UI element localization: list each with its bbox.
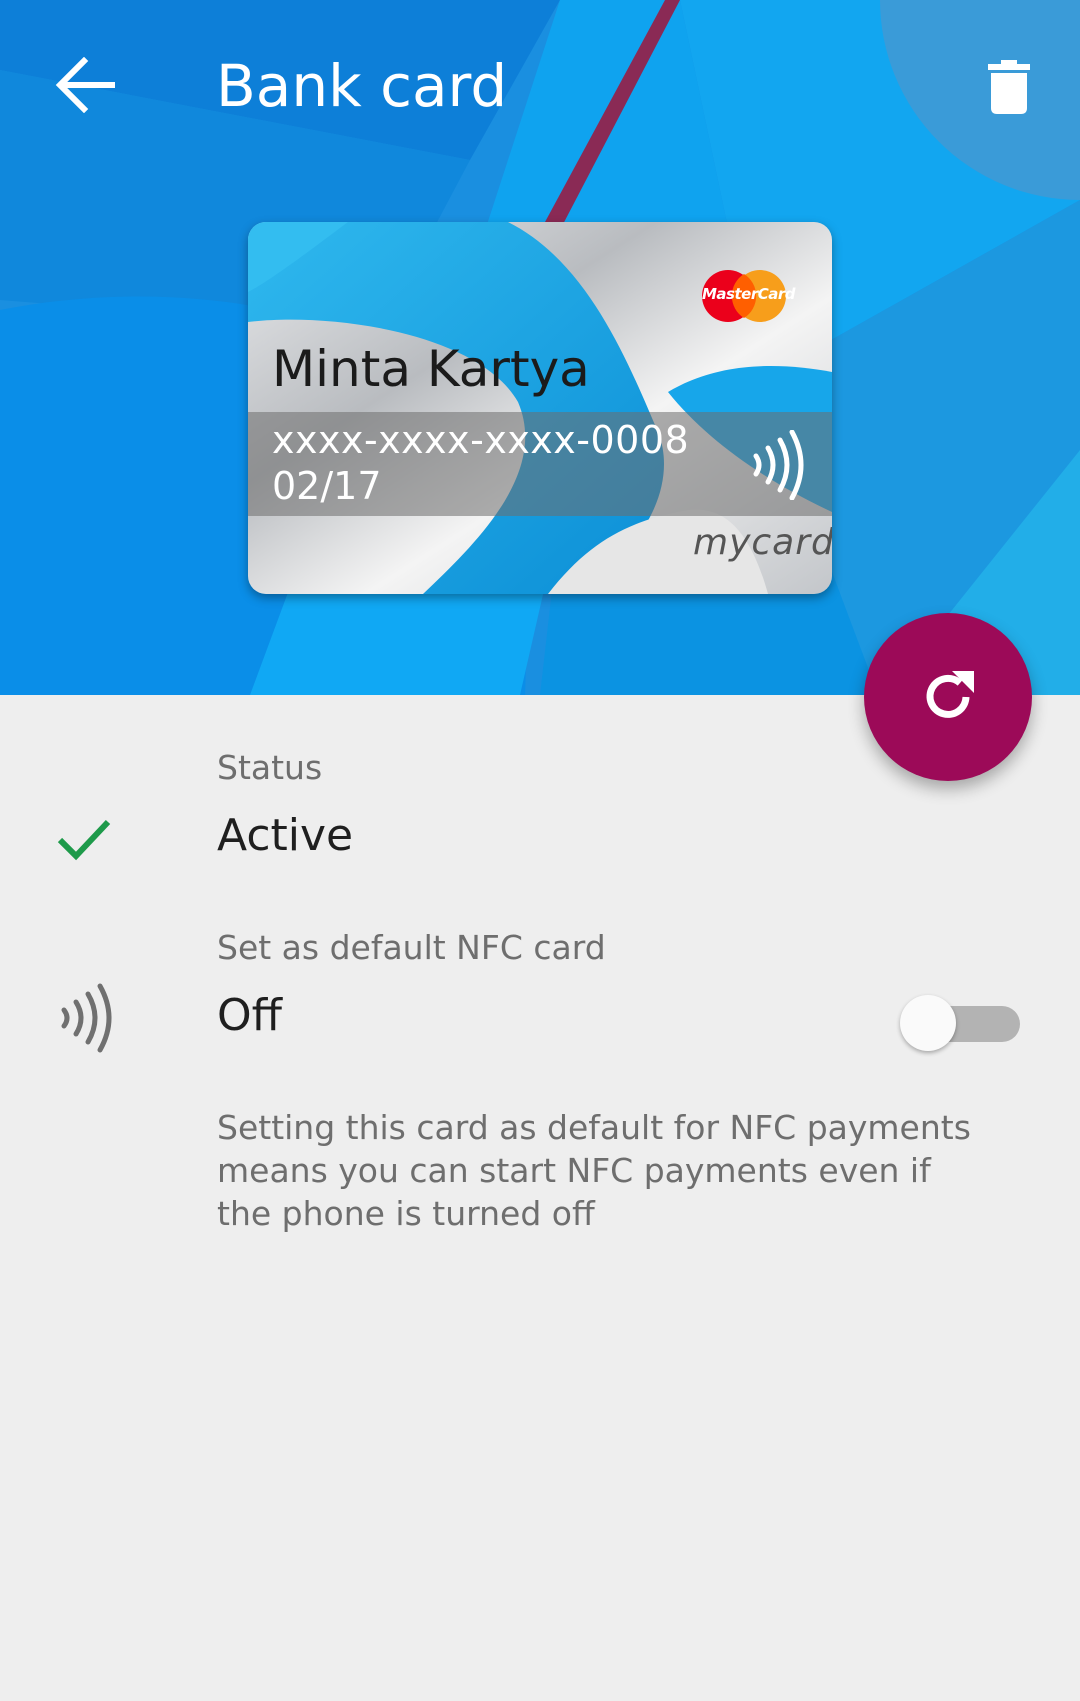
- refresh-icon: [926, 671, 974, 718]
- nfc-icon: [61, 983, 112, 1053]
- toggle-thumb: [900, 995, 956, 1051]
- app-bar: Bank card: [0, 0, 1080, 175]
- card-number: xxxx-xxxx-xxxx-0008: [272, 418, 690, 462]
- delete-button[interactable]: [964, 42, 1054, 132]
- status-value: Active: [217, 810, 354, 861]
- bank-card: MasterCard Minta Kartya xxxx-xxxx-xxxx-0…: [248, 222, 832, 594]
- card-network-label: MasterCard: [702, 285, 795, 303]
- card-expiry: 02/17: [272, 464, 382, 508]
- card-header: Bank card MasterCard Minta Kartya xxxx-x…: [0, 0, 1080, 695]
- nfc-default-label: Set as default NFC card: [217, 928, 606, 967]
- nfc-default-description: Setting this card as default for NFC pay…: [217, 1108, 971, 1233]
- mastercard-logo: MasterCard: [702, 270, 795, 322]
- check-icon: [57, 819, 111, 861]
- status-label: Status: [217, 748, 323, 787]
- arrow-left-icon: [55, 57, 115, 113]
- refresh-button[interactable]: [864, 613, 1032, 781]
- card-brand-logo: mycard: [693, 522, 832, 563]
- nfc-default-toggle[interactable]: [900, 995, 1020, 1051]
- page-title: Bank card: [216, 52, 508, 120]
- card-holder-name: Minta Kartya: [272, 340, 590, 398]
- nfc-default-value: Off: [217, 990, 282, 1041]
- trash-icon: [988, 60, 1030, 114]
- back-button[interactable]: [40, 40, 130, 130]
- contactless-icon: [753, 430, 804, 500]
